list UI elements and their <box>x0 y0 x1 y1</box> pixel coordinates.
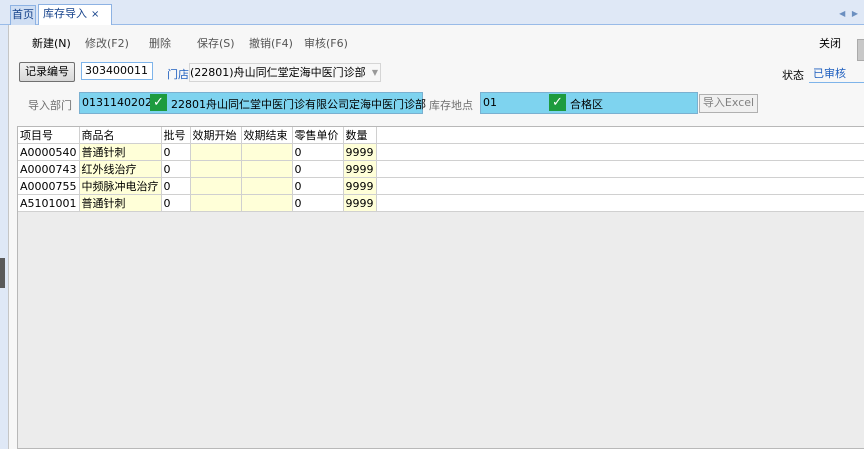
cell-product-name[interactable]: 普通针刺 <box>79 194 162 212</box>
cell-retail-price[interactable]: 0 <box>292 177 344 195</box>
tab-inventory-import[interactable]: 库存导入 × <box>38 4 112 25</box>
table-row[interactable]: A0000755 中频脉冲电治疗 0 0 9999 <box>18 177 377 195</box>
toolbar: 新建(N) 修改(F2) 删除 保存(S) 撤销(F4) 审核(F6) 关闭 <box>9 31 864 61</box>
check-mark-icon[interactable]: ✓ <box>150 94 167 111</box>
col-header-retail-price[interactable]: 零售单价 <box>292 127 344 144</box>
cell-batch[interactable]: 0 <box>161 194 191 212</box>
cell-expiry-start[interactable] <box>190 177 242 195</box>
import-dept-label: 导入部门 <box>28 99 72 112</box>
cell-item-no[interactable]: A0000743 <box>18 160 80 178</box>
import-dept-picker[interactable]: 0131140202 ✓ 22801舟山同仁堂中医门诊有限公司定海中医门诊部 <box>79 92 426 114</box>
chevron-down-icon[interactable]: ▼ <box>372 64 378 81</box>
cell-item-no[interactable]: A0000755 <box>18 177 80 195</box>
cell-retail-price[interactable]: 0 <box>292 160 344 178</box>
tab-home[interactable]: 首页 <box>10 5 36 25</box>
record-number-field[interactable]: 303400011 <box>81 62 153 80</box>
save-button[interactable]: 保存(S) <box>197 35 235 51</box>
col-header-batch[interactable]: 批号 <box>161 127 191 144</box>
status-label: 状态 <box>782 69 804 82</box>
import-dept-name: 22801舟山同仁堂中医门诊有限公司定海中医门诊部 <box>171 98 426 111</box>
store-select-value: (22801)舟山同仁堂定海中医门诊部 <box>190 66 366 79</box>
cell-expiry-end[interactable] <box>241 160 293 178</box>
inventory-grid: 项目号 商品名 批号 效期开始 效期结束 零售单价 数量 A0000540 普通… <box>17 126 864 449</box>
cell-quantity[interactable]: 9999 <box>343 143 377 161</box>
audit-button[interactable]: 审核(F6) <box>304 35 348 51</box>
cell-batch[interactable]: 0 <box>161 143 191 161</box>
col-header-product-name[interactable]: 商品名 <box>79 127 162 144</box>
col-header-expiry-end[interactable]: 效期结束 <box>241 127 293 144</box>
cell-quantity[interactable]: 9999 <box>343 194 377 212</box>
cell-product-name[interactable]: 普通针刺 <box>79 143 162 161</box>
cell-item-no[interactable]: A0000540 <box>18 143 80 161</box>
table-header-row: 项目号 商品名 批号 效期开始 效期结束 零售单价 数量 <box>18 127 377 144</box>
edit-button[interactable]: 修改(F2) <box>85 35 129 51</box>
cell-expiry-end[interactable] <box>241 194 293 212</box>
cell-product-name[interactable]: 中频脉冲电治疗 <box>79 177 162 195</box>
import-dept-code: 0131140202 <box>82 96 152 109</box>
cell-quantity[interactable]: 9999 <box>343 177 377 195</box>
new-button[interactable]: 新建(N) <box>32 35 71 51</box>
main-panel: 新建(N) 修改(F2) 删除 保存(S) 撤销(F4) 审核(F6) 关闭 记… <box>8 25 864 449</box>
close-icon[interactable]: × <box>91 9 99 20</box>
cell-expiry-start[interactable] <box>190 143 242 161</box>
stock-location-picker[interactable]: 01 ✓ 合格区 <box>480 92 698 114</box>
cell-item-no[interactable]: A5101001 <box>18 194 80 212</box>
col-header-item-no[interactable]: 项目号 <box>18 127 80 144</box>
cell-retail-price[interactable]: 0 <box>292 143 344 161</box>
stock-location-label: 库存地点 <box>429 99 473 112</box>
tab-scroll-arrows-icon[interactable]: ◀ ▶ <box>839 9 860 18</box>
undo-button[interactable]: 撤销(F4) <box>249 35 293 51</box>
cell-expiry-start[interactable] <box>190 194 242 212</box>
delete-button[interactable]: 删除 <box>149 35 171 51</box>
cell-expiry-end[interactable] <box>241 177 293 195</box>
tab-bar: 首页 库存导入 × ◀ ▶ <box>0 0 864 25</box>
import-excel-button[interactable]: 导入Excel <box>699 94 758 113</box>
tab-inventory-import-label: 库存导入 <box>43 7 87 20</box>
cell-product-name[interactable]: 红外线治疗 <box>79 160 162 178</box>
col-header-expiry-start[interactable]: 效期开始 <box>190 127 242 144</box>
close-button[interactable]: 关闭 <box>819 35 841 51</box>
stock-location-code: 01 <box>483 96 497 109</box>
toolbar-scroll-handle[interactable] <box>857 39 864 61</box>
cell-retail-price[interactable]: 0 <box>292 194 344 212</box>
cell-batch[interactable]: 0 <box>161 177 191 195</box>
table-row[interactable]: A0000540 普通针刺 0 0 9999 <box>18 143 377 161</box>
table-row[interactable]: A5101001 普通针刺 0 0 9999 <box>18 194 377 212</box>
side-collapse-handle[interactable] <box>0 258 5 288</box>
stock-location-name: 合格区 <box>570 98 603 111</box>
table-row[interactable]: A0000743 红外线治疗 0 0 9999 <box>18 160 377 178</box>
cell-expiry-end[interactable] <box>241 143 293 161</box>
inventory-table: 项目号 商品名 批号 效期开始 效期结束 零售单价 数量 A0000540 普通… <box>18 127 377 212</box>
cell-batch[interactable]: 0 <box>161 160 191 178</box>
check-mark-icon[interactable]: ✓ <box>549 94 566 111</box>
cell-quantity[interactable]: 9999 <box>343 160 377 178</box>
record-number-button[interactable]: 记录编号 <box>19 62 75 82</box>
store-label: 门店 <box>167 68 189 81</box>
store-select[interactable]: (22801)舟山同仁堂定海中医门诊部 ▼ <box>189 63 381 82</box>
cell-expiry-start[interactable] <box>190 160 242 178</box>
status-value: 已审核 <box>809 65 864 83</box>
col-header-quantity[interactable]: 数量 <box>343 127 377 144</box>
